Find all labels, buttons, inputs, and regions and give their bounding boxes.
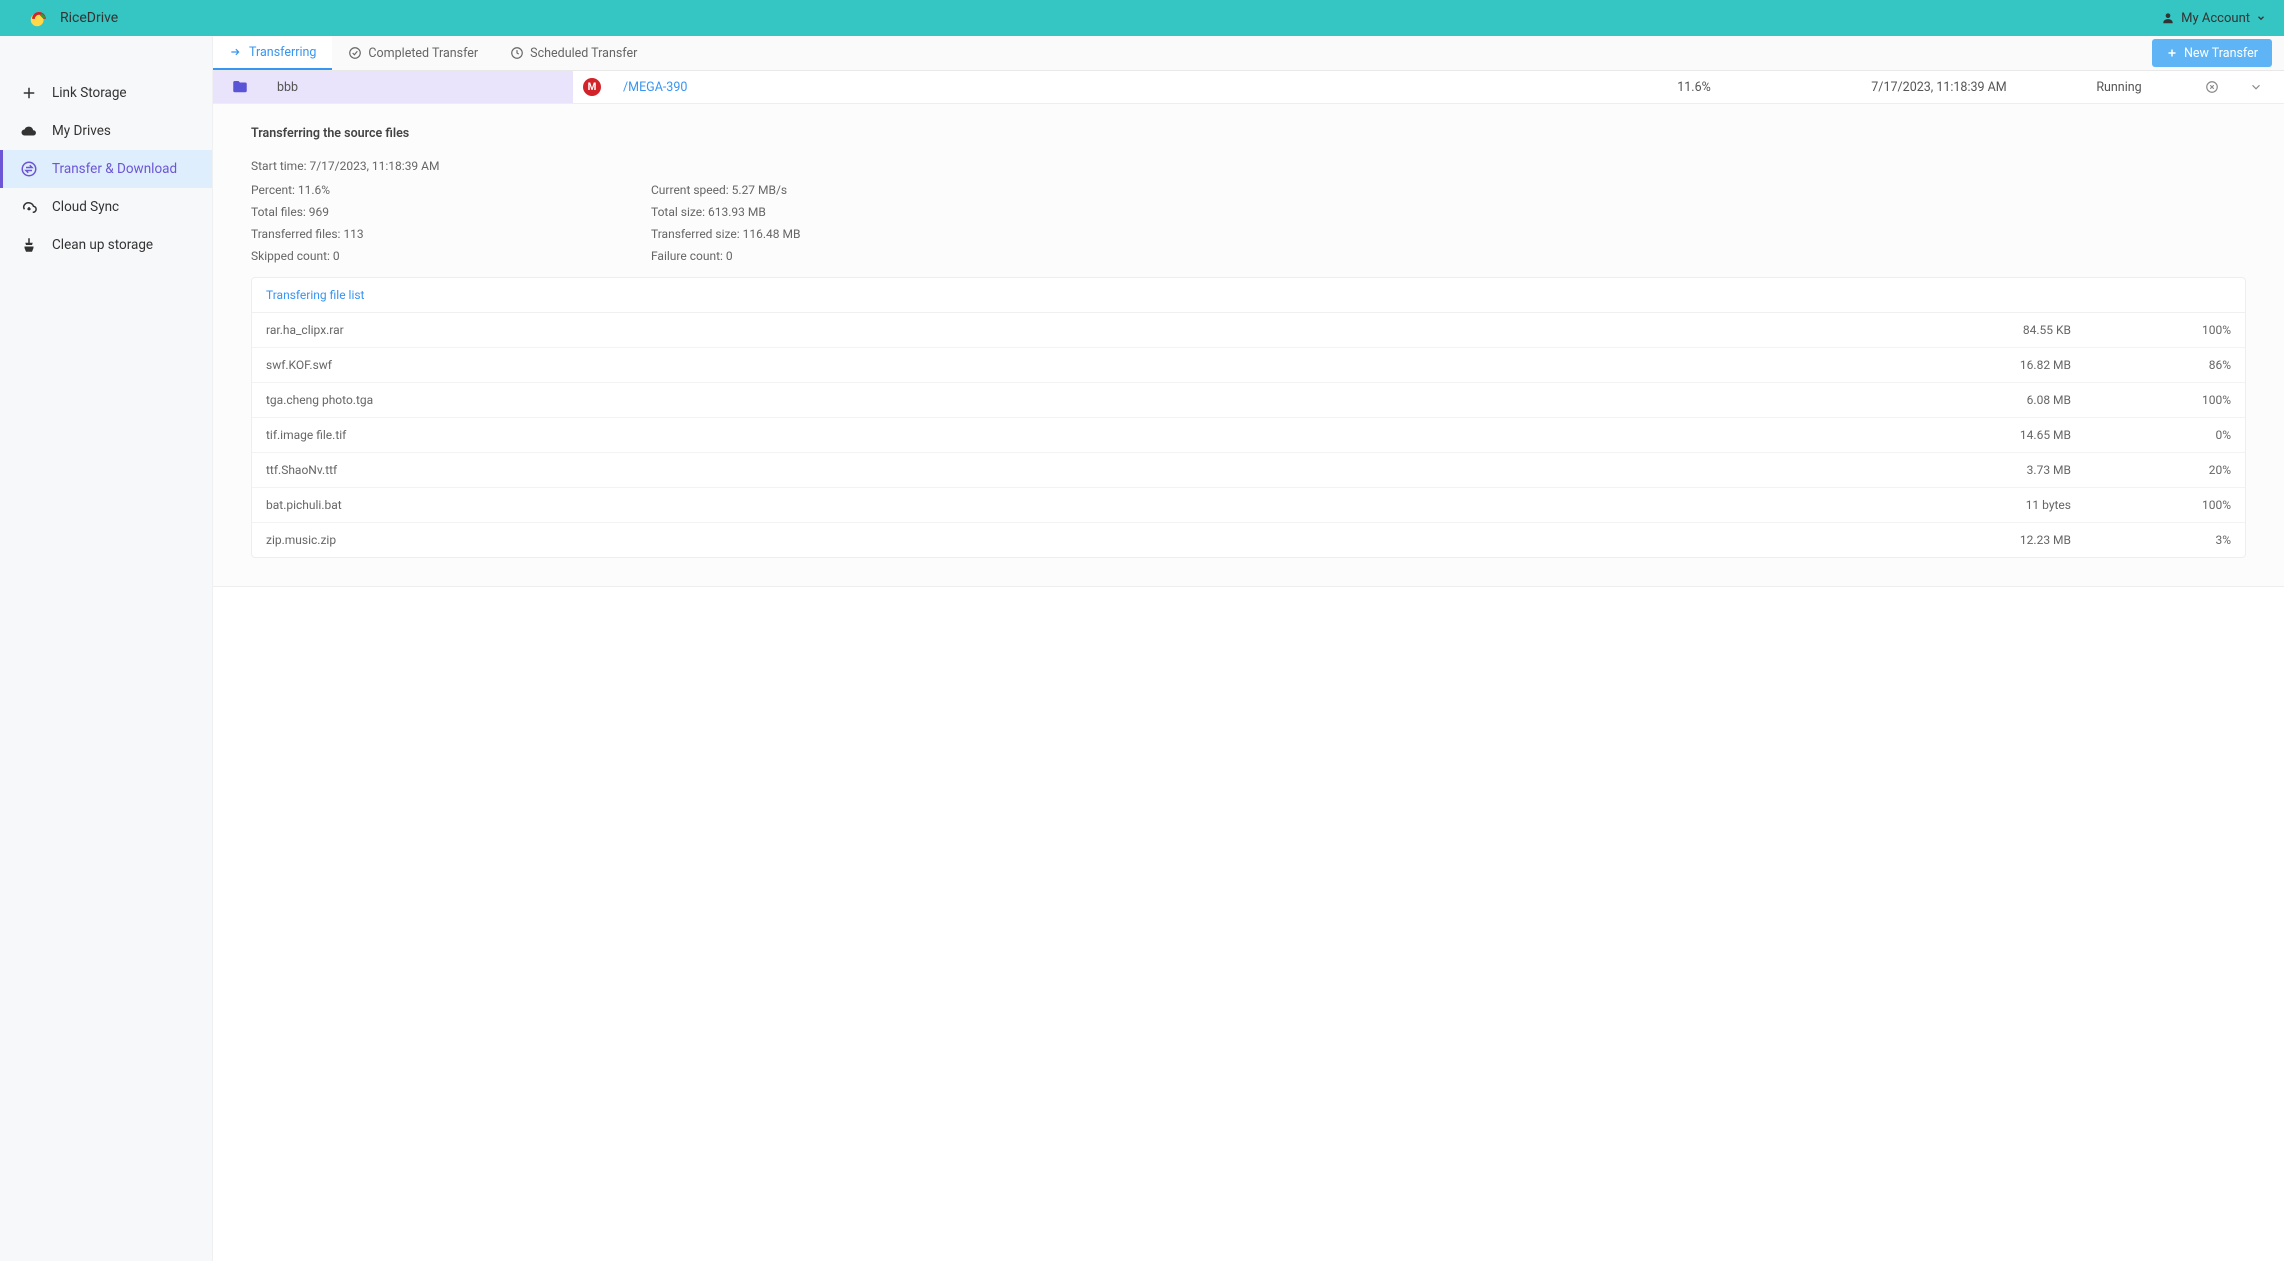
details-col-left: Percent: 11.6% Total files: 969 Transfer… [251,183,591,263]
tab-completed[interactable]: Completed Transfer [332,36,494,70]
file-name: zip.music.zip [266,533,1911,547]
file-name: bat.pichuli.bat [266,498,1911,512]
job-source-name: bbb [277,80,298,95]
file-size: 11 bytes [1911,498,2071,512]
brand-name: RiceDrive [60,10,118,26]
file-row: rar.ha_clipx.rar84.55 KB100% [252,313,2245,348]
tab-label: Completed Transfer [368,46,478,61]
file-row: tga.cheng photo.tga6.08 MB100% [252,383,2245,418]
transfer-job-row[interactable]: bbb M /MEGA-390 11.6% 7/17/2023, 11:18:3… [213,71,2284,104]
sync-icon [20,198,38,216]
detail-transferred-size: Transferred size: 116.48 MB [651,227,991,241]
file-progress: 20% [2071,463,2231,477]
sidebar-item-label: My Drives [52,123,111,139]
tabs: Transferring Completed Transfer Schedule… [213,36,653,70]
plus-icon [20,84,38,102]
file-progress: 3% [2071,533,2231,547]
file-row: tif.image file.tif14.65 MB0% [252,418,2245,453]
file-progress: 100% [2071,393,2231,407]
tab-label: Scheduled Transfer [530,46,637,61]
detail-skipped: Skipped count: 0 [251,249,591,263]
file-size: 12.23 MB [1911,533,2071,547]
file-progress: 0% [2071,428,2231,442]
mega-icon: M [583,78,601,96]
cleanup-icon [20,236,38,254]
file-row: ttf.ShaoNv.ttf3.73 MB20% [252,453,2245,488]
transfer-icon [20,160,38,178]
sidebar-item-link-storage[interactable]: Link Storage [0,74,212,112]
detail-percent: Percent: 11.6% [251,183,591,197]
file-row: zip.music.zip12.23 MB3% [252,523,2245,557]
job-destination: M /MEGA-390 [573,78,1564,96]
sidebar-item-clean-up[interactable]: Clean up storage [0,226,212,264]
file-name: tif.image file.tif [266,428,1911,442]
detail-transferred-files: Transferred files: 113 [251,227,591,241]
tab-scheduled[interactable]: Scheduled Transfer [494,36,653,70]
file-list: Transfering file list rar.ha_clipx.rar84… [251,277,2246,558]
chevron-down-icon[interactable] [2249,80,2263,94]
sidebar: Link Storage My Drives Transfer & Downlo… [0,36,213,1261]
file-list-header: Transfering file list [252,278,2245,313]
new-transfer-label: New Transfer [2184,46,2258,61]
file-name: ttf.ShaoNv.ttf [266,463,1911,477]
main-content: Transferring Completed Transfer Schedule… [213,36,2284,1261]
brand: RiceDrive [28,7,118,29]
sidebar-item-cloud-sync[interactable]: Cloud Sync [0,188,212,226]
topbar: RiceDrive My Account [0,0,2284,36]
arrow-right-icon [229,45,243,59]
tabs-row: Transferring Completed Transfer Schedule… [213,36,2284,71]
file-row: bat.pichuli.bat11 bytes100% [252,488,2245,523]
file-size: 14.65 MB [1911,428,2071,442]
plus-icon [2166,47,2178,59]
job-status: Running [2054,80,2184,95]
file-size: 6.08 MB [1911,393,2071,407]
file-name: tga.cheng photo.tga [266,393,1911,407]
sidebar-item-label: Cloud Sync [52,199,119,215]
cancel-icon[interactable] [2205,80,2219,94]
chevron-down-icon [2256,13,2266,23]
sidebar-item-transfer-download[interactable]: Transfer & Download [0,150,212,188]
detail-total-files: Total files: 969 [251,205,591,219]
file-progress: 100% [2071,498,2231,512]
job-source: bbb [213,71,573,103]
file-size: 3.73 MB [1911,463,2071,477]
details-col-right: Current speed: 5.27 MB/s Total size: 613… [651,183,991,263]
clock-icon [510,46,524,60]
account-label: My Account [2181,11,2250,26]
account-menu[interactable]: My Account [2161,11,2266,26]
tab-label: Transferring [249,45,316,60]
file-name: rar.ha_clipx.rar [266,323,1911,337]
job-timestamp: 7/17/2023, 11:18:39 AM [1824,80,2054,95]
detail-failure: Failure count: 0 [651,249,991,263]
file-progress: 86% [2071,358,2231,372]
file-progress: 100% [2071,323,2231,337]
folder-icon [231,78,249,96]
sidebar-item-my-drives[interactable]: My Drives [0,112,212,150]
file-name: swf.KOF.swf [266,358,1911,372]
sidebar-item-label: Transfer & Download [52,161,177,177]
details-title: Transferring the source files [251,126,2246,141]
detail-total-size: Total size: 613.93 MB [651,205,991,219]
file-row: swf.KOF.swf16.82 MB86% [252,348,2245,383]
file-size: 84.55 KB [1911,323,2071,337]
job-actions [2184,80,2284,94]
file-size: 16.82 MB [1911,358,2071,372]
detail-start-time: Start time: 7/17/2023, 11:18:39 AM [251,159,2246,173]
new-transfer-button[interactable]: New Transfer [2152,39,2272,67]
sidebar-item-label: Link Storage [52,85,127,101]
cloud-icon [20,122,38,140]
brand-logo-icon [28,7,50,29]
job-percent: 11.6% [1564,80,1824,95]
job-dest-path[interactable]: /MEGA-390 [623,80,687,95]
user-icon [2161,11,2175,25]
tab-transferring[interactable]: Transferring [213,36,332,70]
check-circle-icon [348,46,362,60]
transfer-details: Transferring the source files Start time… [213,104,2284,587]
detail-speed: Current speed: 5.27 MB/s [651,183,991,197]
sidebar-item-label: Clean up storage [52,237,153,253]
